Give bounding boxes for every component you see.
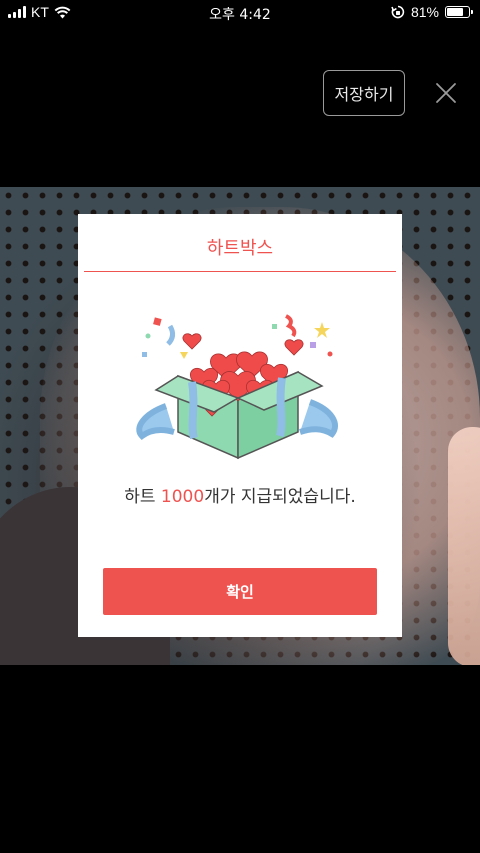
dialog-divider [84, 271, 396, 272]
heart-amount: 1000 [160, 487, 205, 507]
orientation-lock-icon [391, 5, 405, 19]
gift-box-hearts-illustration [136, 314, 338, 460]
status-right: 81% [391, 4, 473, 20]
reward-message: 하트 1000개가 지급되었습니다. [78, 482, 402, 507]
close-icon[interactable] [432, 79, 460, 107]
status-bar: KT 오후 4:42 81% [0, 0, 480, 26]
confirm-button[interactable]: 확인 [103, 568, 377, 615]
battery-icon [445, 6, 473, 18]
heart-box-dialog: 하트박스 하트 1000개가 지급되었습니다. 확인 [78, 214, 402, 637]
battery-percent: 81% [410, 4, 439, 20]
dialog-title: 하트박스 [206, 238, 274, 259]
message-suffix: 개가 지급되었습니다. [204, 487, 356, 507]
save-button[interactable]: 저장하기 [323, 70, 405, 116]
message-prefix: 하트 [124, 487, 161, 507]
